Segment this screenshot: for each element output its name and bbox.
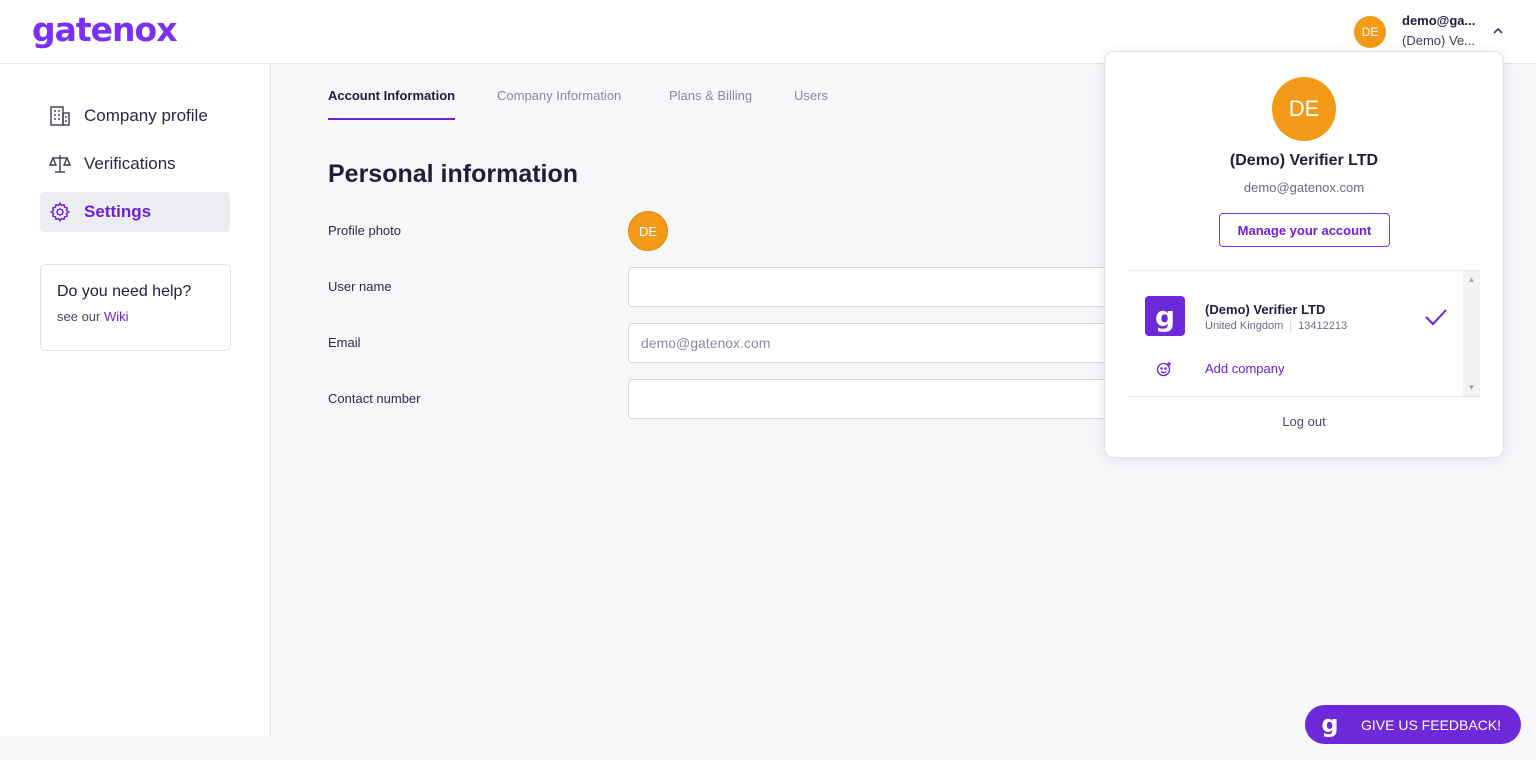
sidebar-item-label: Verifications [84, 154, 176, 173]
sidebar-item-company-profile[interactable]: Company profile [40, 96, 230, 136]
dropdown-email: demo@gatenox.com [1243, 180, 1365, 195]
company-logo: g [1145, 296, 1185, 336]
company-country: United Kingdom [1205, 320, 1284, 332]
help-subtitle: see our Wiki [57, 309, 214, 324]
gatenox-logo[interactable]: gatenox [32, 10, 177, 49]
help-prefix: see our [57, 309, 101, 324]
dropdown-company-name: (Demo) Verifier LTD [1229, 152, 1379, 169]
feedback-label: GIVE US FEEDBACK! [1361, 717, 1502, 733]
dropdown-avatar: DE [1272, 77, 1336, 141]
profile-photo-label: Profile photo [328, 223, 401, 238]
add-smiley-icon [1156, 361, 1172, 377]
check-icon [1424, 308, 1448, 326]
company-list-item[interactable]: g (Demo) Verifier LTD United Kingdom | 134… [1128, 283, 1463, 347]
sidebar: Company profile Verifications Settings D… [0, 64, 271, 736]
scroll-up-arrow-icon[interactable]: ▲ [1463, 271, 1480, 288]
sidebar-item-label: Settings [84, 202, 152, 221]
building-icon [48, 104, 72, 128]
sidebar-item-label: Company profile [84, 106, 208, 125]
add-company-label: Add company [1205, 361, 1285, 376]
tab-account-information[interactable]: Account Information [328, 88, 456, 120]
email-field[interactable] [628, 323, 1128, 363]
user-name-input[interactable] [628, 267, 1128, 307]
header-user-company: (Demo) Ve... [1402, 33, 1475, 48]
company-item-name: (Demo) Verifier LTD [1205, 302, 1326, 317]
company-item-meta: United Kingdom | 13412213 [1205, 320, 1348, 332]
email-label: Email [328, 335, 361, 350]
sidebar-item-settings[interactable]: Settings [40, 192, 230, 232]
user-name-label: User name [328, 279, 392, 294]
logout-button[interactable]: Log out [1105, 414, 1503, 429]
company-list: g (Demo) Verifier LTD United Kingdom | 134… [1128, 270, 1480, 397]
tab-users[interactable]: Users [794, 88, 828, 120]
profile-avatar[interactable]: DE [628, 211, 668, 251]
manage-account-button[interactable]: Manage your account [1219, 213, 1390, 247]
page-title: Personal information [328, 160, 579, 188]
user-menu-toggle[interactable]: DE demo@ga... (Demo) Ve... [1354, 12, 1524, 52]
contact-number-input[interactable] [628, 379, 1128, 419]
tab-plans-billing[interactable]: Plans & Billing [669, 88, 752, 120]
company-list-scrollbar[interactable]: ▲ ▼ [1463, 271, 1480, 396]
help-title: Do you need help? [57, 283, 192, 300]
account-dropdown: DE (Demo) Verifier LTD demo@gatenox.com … [1104, 51, 1504, 458]
sidebar-item-verifications[interactable]: Verifications [40, 144, 230, 184]
header-avatar: DE [1354, 16, 1386, 48]
gatenox-g-icon: g [1321, 710, 1339, 738]
chevron-up-icon [1491, 24, 1505, 38]
add-company-button[interactable]: Add company [1128, 355, 1463, 385]
scroll-down-arrow-icon[interactable]: ▼ [1463, 379, 1480, 396]
help-card: Do you need help? see our Wiki [40, 264, 231, 351]
contact-number-label: Contact number [328, 391, 421, 406]
header-user-email: demo@ga... [1402, 13, 1476, 28]
scales-icon [48, 152, 72, 176]
feedback-button[interactable]: g GIVE US FEEDBACK! [1305, 705, 1521, 744]
tab-company-information[interactable]: Company Information [497, 88, 621, 120]
wiki-link[interactable]: Wiki [104, 309, 129, 324]
company-number: 13412213 [1298, 320, 1348, 332]
gear-icon [48, 200, 72, 224]
